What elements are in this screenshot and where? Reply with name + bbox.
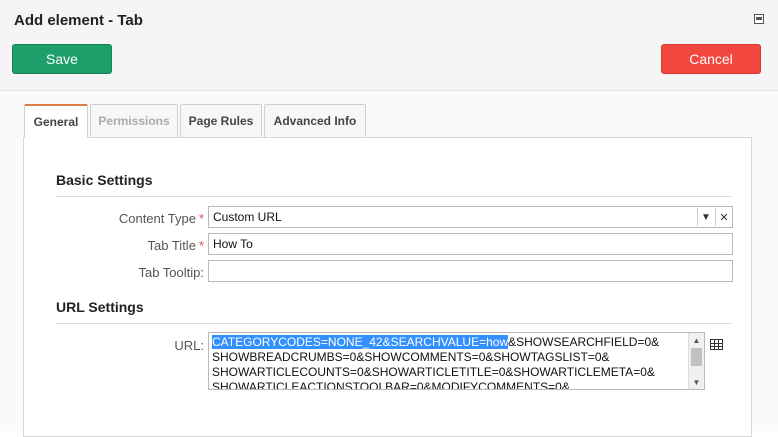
general-panel: Basic Settings Content Type * Custom URL … — [23, 137, 752, 437]
url-label: URL: — [174, 338, 204, 353]
url-text-line: &SHOWSEARCHFIELD=0& — [508, 335, 660, 349]
content-type-value: Custom URL — [213, 210, 282, 224]
scroll-down-icon[interactable]: ▼ — [689, 375, 704, 389]
chevron-down-icon[interactable]: ▼ — [697, 208, 714, 226]
save-button[interactable]: Save — [12, 44, 112, 74]
url-settings-heading: URL Settings — [56, 299, 144, 315]
close-icon[interactable]: ✕ — [715, 208, 732, 226]
maximize-icon[interactable] — [754, 14, 764, 24]
url-text-line: SHOWARTICLEACTIONSTOOLBAR=0&MODIFYCOMMEN… — [212, 380, 570, 390]
url-textarea[interactable]: CATEGORYCODES=NONE_42&SEARCHVALUE=how&SH… — [208, 332, 705, 390]
content-type-label: Content Type * — [118, 211, 204, 226]
tab-page-rules[interactable]: Page Rules — [180, 104, 262, 137]
url-scrollbar[interactable]: ▲ ▼ — [688, 333, 704, 389]
table-grid-icon[interactable] — [710, 339, 723, 350]
tab-tooltip-input[interactable] — [208, 260, 733, 282]
dialog-titlebar: Add element - Tab — [0, 0, 778, 40]
section-divider — [56, 196, 732, 197]
basic-settings-heading: Basic Settings — [56, 172, 153, 188]
section-divider — [56, 323, 732, 324]
scroll-up-icon[interactable]: ▲ — [689, 333, 704, 347]
tab-title-label: Tab Title * — [147, 238, 204, 253]
dialog-content: General Permissions Page Rules Advanced … — [0, 91, 778, 437]
url-text-line: SHOWBREADCRUMBS=0&SHOWCOMMENTS=0&SHOWTAG… — [212, 350, 610, 364]
tab-title-value: How To — [213, 237, 253, 251]
scroll-thumb[interactable] — [691, 348, 702, 366]
dialog-toolbar: Save Cancel — [0, 40, 778, 91]
dialog-title: Add element - Tab — [14, 12, 143, 29]
tab-advanced-info[interactable]: Advanced Info — [264, 104, 366, 137]
tab-permissions: Permissions — [90, 104, 178, 137]
content-type-select[interactable]: Custom URL ▼ ✕ — [208, 206, 733, 228]
tab-general[interactable]: General — [24, 104, 88, 138]
url-text-line: SHOWARTICLECOUNTS=0&SHOWARTICLETITLE=0&S… — [212, 365, 655, 379]
tab-title-input[interactable]: How To — [208, 233, 733, 255]
cancel-button[interactable]: Cancel — [661, 44, 761, 74]
tab-tooltip-label: Tab Tooltip: — [138, 265, 204, 280]
url-selected-text: CATEGORYCODES=NONE_42&SEARCHVALUE=how — [212, 335, 509, 349]
